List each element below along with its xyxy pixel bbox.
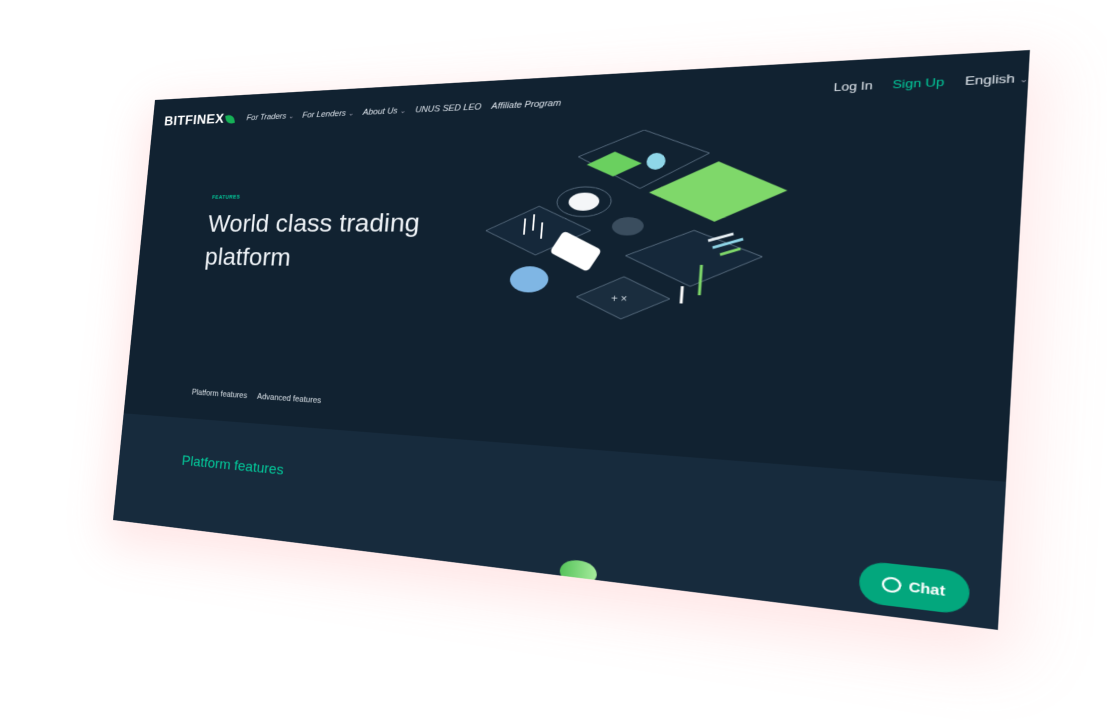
chat-bubble-icon — [881, 576, 903, 594]
feature-tabs: Platform features Advanced features — [191, 388, 321, 406]
nav-for-traders[interactable]: For Traders ⌄ — [246, 112, 294, 123]
leaf-icon — [225, 113, 235, 125]
language-select[interactable]: English ⌄ — [964, 71, 1029, 88]
language-label: English — [964, 71, 1016, 88]
chat-button[interactable]: Chat — [858, 560, 971, 616]
tab-platform-features[interactable]: Platform features — [191, 388, 247, 400]
chevron-down-icon: ⌄ — [1019, 74, 1029, 85]
play-icon — [585, 150, 643, 178]
hero-eyebrow: FEATURES — [211, 194, 241, 201]
nav-unus-sed-leo[interactable]: UNUS SED LEO — [415, 102, 482, 114]
up-arrow-white — [681, 286, 682, 303]
chevron-down-icon: ⌄ — [399, 106, 407, 115]
section-title: Platform features — [181, 453, 285, 479]
plus-minus-icon: + × — [611, 293, 628, 305]
chat-label: Chat — [908, 579, 946, 599]
nav-label: For Traders — [246, 111, 287, 123]
nav-label: About Us — [362, 106, 398, 118]
green-tile — [646, 159, 790, 222]
nav-affiliate-program[interactable]: Affiliate Program — [491, 98, 561, 111]
bitfinex-logo[interactable]: BITFINEX — [164, 111, 235, 130]
isometric-illustration: + × — [475, 123, 790, 375]
hero-title: World class trading platform — [203, 208, 422, 272]
account-links: Log In Sign Up English ⌄ — [833, 71, 1029, 94]
chevron-down-icon: ⌄ — [347, 108, 355, 117]
white-disc — [567, 192, 600, 211]
nav-about-us[interactable]: About Us ⌄ — [362, 106, 406, 117]
browser-page-screenshot: BITFINEX For Traders ⌄ For Lenders ⌄ About… — [112, 49, 1030, 630]
logo-text: BITFINEX — [163, 111, 225, 129]
tab-advanced-features[interactable]: Advanced features — [257, 392, 322, 405]
circle-icon — [645, 152, 667, 170]
blue-disc — [508, 266, 550, 293]
login-link[interactable]: Log In — [833, 79, 873, 94]
main-nav: BITFINEX For Traders ⌄ For Lenders ⌄ About… — [164, 94, 562, 129]
close-icon — [611, 216, 645, 236]
hero-section: BITFINEX For Traders ⌄ For Lenders ⌄ About… — [123, 49, 1030, 482]
nav-for-lenders[interactable]: For Lenders ⌄ — [302, 109, 354, 120]
green-blob-graphic — [558, 558, 598, 588]
chevron-down-icon: ⌄ — [288, 111, 295, 120]
nav-label: UNUS SED LEO — [414, 102, 482, 115]
nav-label: For Lenders — [301, 108, 347, 120]
signup-link[interactable]: Sign Up — [892, 75, 945, 91]
nav-label: Affiliate Program — [491, 98, 562, 112]
